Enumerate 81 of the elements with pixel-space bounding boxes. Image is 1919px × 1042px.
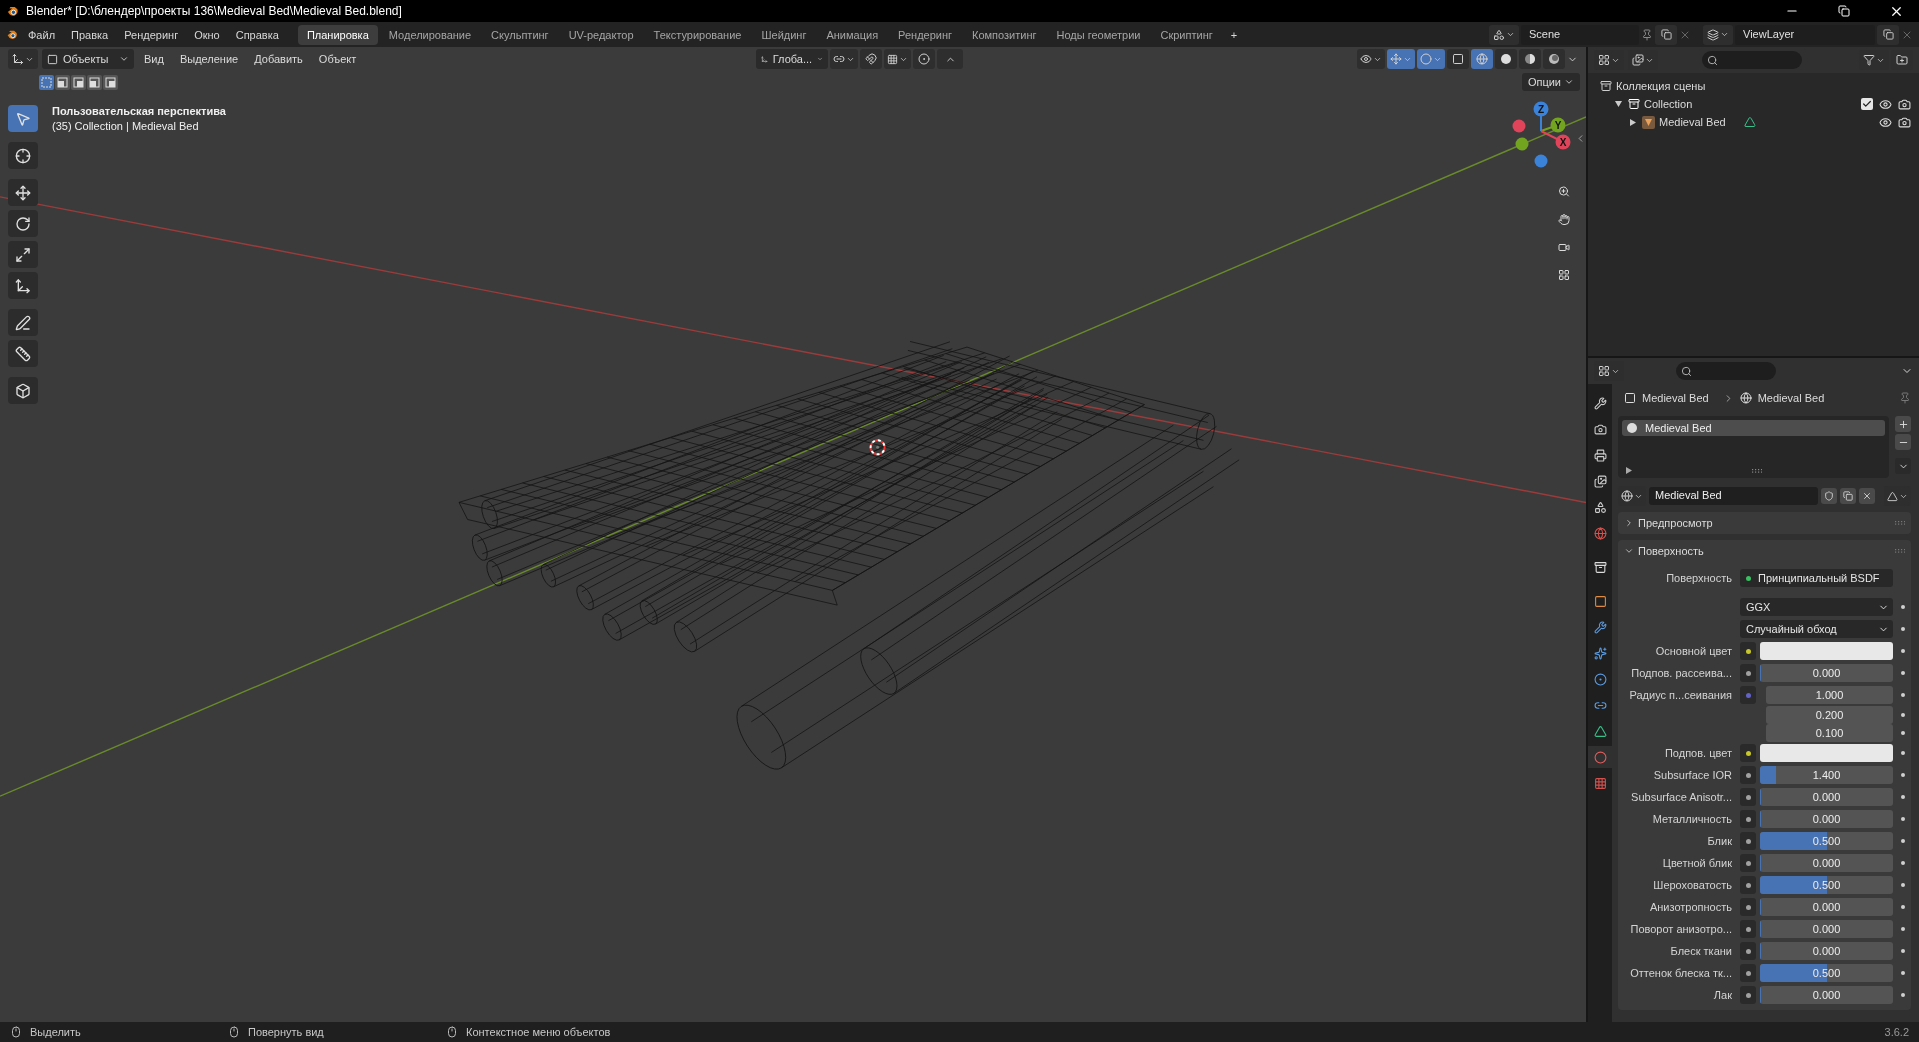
material-name-field[interactable]: Medieval Bed [1649, 487, 1818, 505]
viewport-info-text: Пользовательская перспектива [52, 105, 226, 117]
field-label: Поворот анизотро... [1629, 923, 1733, 935]
view-layer-name-field[interactable]: ViewLayer [1735, 24, 1875, 45]
status-hint: Контекстное меню объектов [466, 1026, 611, 1038]
field-label: Подпов. цвет [1663, 747, 1733, 759]
panel-title: Поверхность [1638, 545, 1704, 557]
workspace-tab[interactable]: Скульптинг [482, 24, 558, 45]
options-dropdown[interactable]: Опции [1521, 73, 1580, 91]
scene-name-field[interactable]: Scene [1521, 24, 1639, 45]
number-slider[interactable]: 0.000 [1760, 898, 1893, 916]
workspace-tab[interactable]: Рендеринг [889, 24, 962, 45]
number-slider[interactable]: 0.500 [1760, 876, 1893, 894]
panel-header[interactable]: Поверхность [1618, 540, 1911, 562]
field-label: Subsurface IOR [1652, 769, 1733, 781]
view-menu[interactable]: Вид [138, 51, 170, 67]
number-slider[interactable]: 0.500 [1760, 832, 1893, 850]
dropdown-field[interactable]: Случайный обход [1740, 620, 1893, 638]
add-workspace-button[interactable]: + [1223, 25, 1245, 44]
axis-label: Y [1554, 119, 1562, 131]
workspace-tab[interactable]: Шейдинг [752, 24, 816, 45]
outliner-item-label[interactable]: Medieval Bed [1659, 116, 1726, 128]
field-label: Металличность [1651, 813, 1733, 825]
field-label: Основной цвет [1654, 645, 1733, 657]
field-label: Радиус п...сеивания [1628, 689, 1733, 701]
axis-label: X [1559, 136, 1567, 148]
number-slider[interactable]: 0.000 [1760, 854, 1893, 872]
view-menu[interactable]: Объект [312, 51, 363, 67]
view-menu[interactable]: Добавить [248, 51, 309, 67]
axis-label: Z [1537, 103, 1545, 115]
field-label: Цветной блик [1661, 857, 1733, 869]
panel-header[interactable]: Предпросмотр [1618, 512, 1911, 534]
dropdown-field[interactable]: GGX [1740, 598, 1893, 616]
window-title: Blender* [D:\блендер\проекты 136\Medieval Bed\Medieval Bed.blend] [26, 4, 402, 18]
breadcrumb-item[interactable]: Medieval Bed [1642, 392, 1709, 404]
outliner-item-label[interactable]: Коллекция сцены [1616, 80, 1706, 92]
breadcrumb-item[interactable]: Medieval Bed [1757, 392, 1825, 404]
number-slider[interactable]: 0.000 [1760, 788, 1893, 806]
field-label: Оттенок блеска тк... [1629, 967, 1733, 979]
orientation-dropdown[interactable]: Глоба... [756, 49, 829, 69]
workspace-tab[interactable]: Планировка [297, 24, 378, 45]
outliner-item-label[interactable]: Collection [1644, 98, 1693, 110]
number-slider[interactable]: 0.500 [1760, 964, 1893, 982]
mode-dropdown[interactable]: Объекты [42, 49, 134, 69]
status-hint: Повернуть вид [248, 1026, 324, 1038]
menu-item[interactable]: Рендеринг [117, 25, 186, 44]
version-label: 3.6.2 [1884, 1026, 1909, 1038]
panel-title: Предпросмотр [1638, 517, 1713, 529]
field-label: Анизотропность [1648, 901, 1733, 913]
field-label: Шероховатость [1652, 879, 1733, 891]
viewport-info-text: (35) Collection | Medieval Bed [52, 120, 200, 132]
workspace-tab[interactable]: Текстурирование [644, 24, 751, 45]
menu-item[interactable]: Окно [187, 25, 227, 44]
menu-item[interactable]: Справка [228, 25, 286, 44]
workspace-tab[interactable]: Ноды геометрии [1047, 24, 1150, 45]
menu-item[interactable]: Правка [64, 25, 116, 44]
workspace-tab[interactable]: Композитинг [963, 24, 1046, 45]
number-field[interactable]: 1.000 [1766, 686, 1893, 704]
menu-item[interactable]: Файл [21, 25, 63, 44]
field-label: Подпов. рассеива... [1630, 667, 1733, 679]
field-label: Лак [1712, 989, 1733, 1001]
number-field[interactable]: 0.200 [1766, 706, 1893, 724]
shader-selector[interactable]: Принципиальный BSDF [1740, 569, 1893, 587]
number-slider[interactable]: 0.000 [1760, 810, 1893, 828]
workspace-tab[interactable]: Скриптинг [1151, 24, 1222, 45]
status-hint: Выделить [30, 1026, 81, 1038]
field-label: Поверхность [1665, 572, 1733, 584]
number-field[interactable]: 0.100 [1766, 724, 1893, 742]
workspace-tab[interactable]: Моделирование [379, 24, 481, 45]
number-slider[interactable]: 0.000 [1760, 664, 1893, 682]
number-slider[interactable]: 1.400 [1760, 766, 1893, 784]
view-menu[interactable]: Выделение [173, 51, 245, 67]
number-slider[interactable]: 0.000 [1760, 986, 1893, 1004]
number-slider[interactable]: 0.000 [1760, 920, 1893, 938]
field-label: Блеск ткани [1669, 945, 1733, 957]
material-slot[interactable]: Medieval Bed [1622, 420, 1885, 436]
field-label: Subsurface Anisotr... [1630, 791, 1733, 803]
number-slider[interactable]: 0.000 [1760, 942, 1893, 960]
workspace-tab[interactable]: UV-редактор [559, 24, 643, 45]
field-label: Блик [1706, 835, 1733, 847]
workspace-tab[interactable]: Анимация [817, 24, 888, 45]
